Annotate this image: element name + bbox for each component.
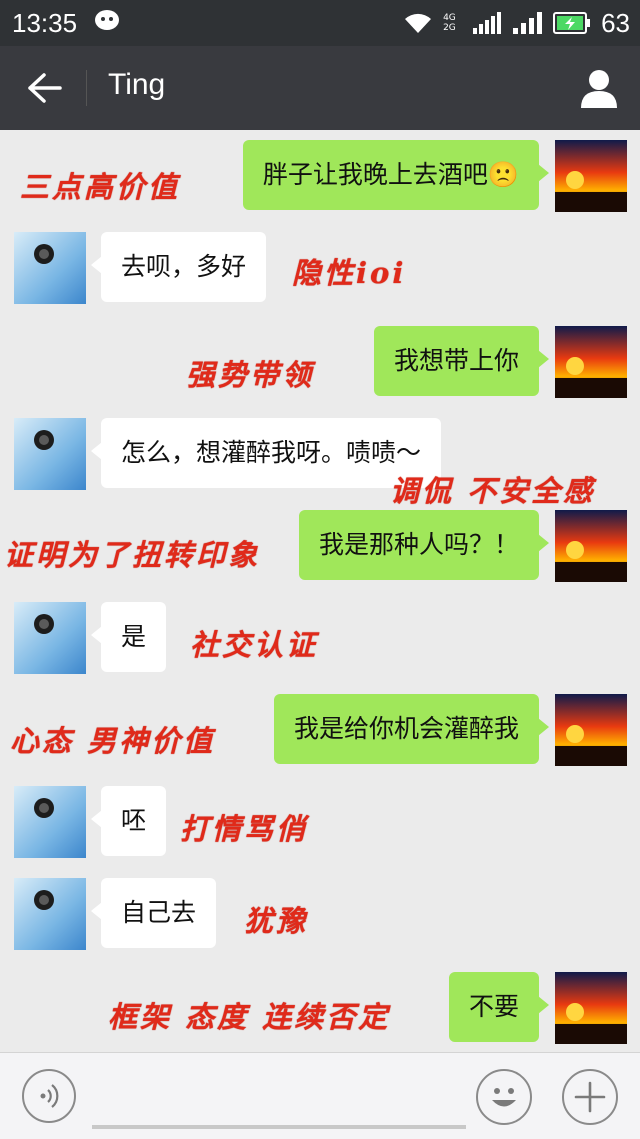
status-time: 13:35 [12,8,78,38]
input-bar [0,1052,640,1139]
message-bubble-sent[interactable]: 不要 [448,972,550,1042]
chat-title: Ting [108,68,166,101]
smiley-face-icon [492,1088,516,1107]
contact-avatar[interactable] [14,786,86,858]
annotation-note: 框架 态度 连续否定 [108,1000,391,1034]
signal-bars-icon [513,12,543,34]
contact-avatar[interactable] [14,418,86,490]
wifi-icon [405,13,432,33]
my-avatar[interactable] [555,140,627,212]
annotation-note: 犹豫 [244,904,309,938]
emoji-button[interactable] [476,1069,532,1125]
contact-avatar[interactable] [14,232,86,304]
signal-2g-icon [473,12,502,34]
message-bubble-sent[interactable]: 胖子让我晚上去酒吧🙁 [242,140,550,210]
message-bubble-received[interactable]: 自己去 [90,878,217,948]
message-bubble-sent[interactable]: 我想带上你 [373,326,550,396]
voice-input-button[interactable] [22,1069,76,1123]
back-arrow-icon[interactable] [26,72,62,104]
status-indicators: 4G 2G 63 [403,6,630,40]
annotation-note: 证明为了扭转印象 [4,538,261,572]
battery-charging-icon [553,12,591,34]
annotation-note: 社交认证 [190,628,319,662]
header-divider [86,70,87,106]
my-avatar[interactable] [555,694,627,766]
contact-profile-icon[interactable] [580,68,618,108]
message-list[interactable]: 胖子让我晚上去酒吧🙁 三点高价值 去呗，多好 隐性ioi 我想带上你 强势带领 … [0,130,640,1052]
annotation-note: 三点高价值 [20,170,181,204]
my-avatar[interactable] [555,510,627,582]
message-bubble-received[interactable]: 去呗，多好 [90,232,267,302]
message-bubble-received[interactable]: 是 [90,602,167,672]
wechat-notification-icon [95,10,119,30]
annotation-note: 心态 男神价值 [10,724,216,758]
voice-wave-icon [40,1084,59,1108]
annotation-note: 隐性ioi [292,256,407,290]
more-options-button[interactable] [562,1069,618,1125]
message-bubble-sent[interactable]: 我是给你机会灌醉我 [273,694,550,764]
annotation-note: 调侃 不安全感 [390,474,596,508]
plus-icon [574,1081,606,1113]
contact-avatar[interactable] [14,878,86,950]
message-input[interactable] [92,1125,466,1129]
annotation-note: 强势带领 [186,358,315,392]
contact-avatar[interactable] [14,602,86,674]
message-bubble-sent[interactable]: 我是那种人吗？！ [298,510,550,580]
status-bar: 13:35 4G 2G 63 [0,0,640,46]
annotation-note: 打情骂俏 [180,812,309,846]
chat-header: Ting [0,46,640,130]
my-avatar[interactable] [555,326,627,398]
message-bubble-received[interactable]: 呸 [90,786,167,856]
network-type-label: 4G 2G [443,13,456,33]
battery-level: 63 [601,7,630,38]
my-avatar[interactable] [555,972,627,1044]
